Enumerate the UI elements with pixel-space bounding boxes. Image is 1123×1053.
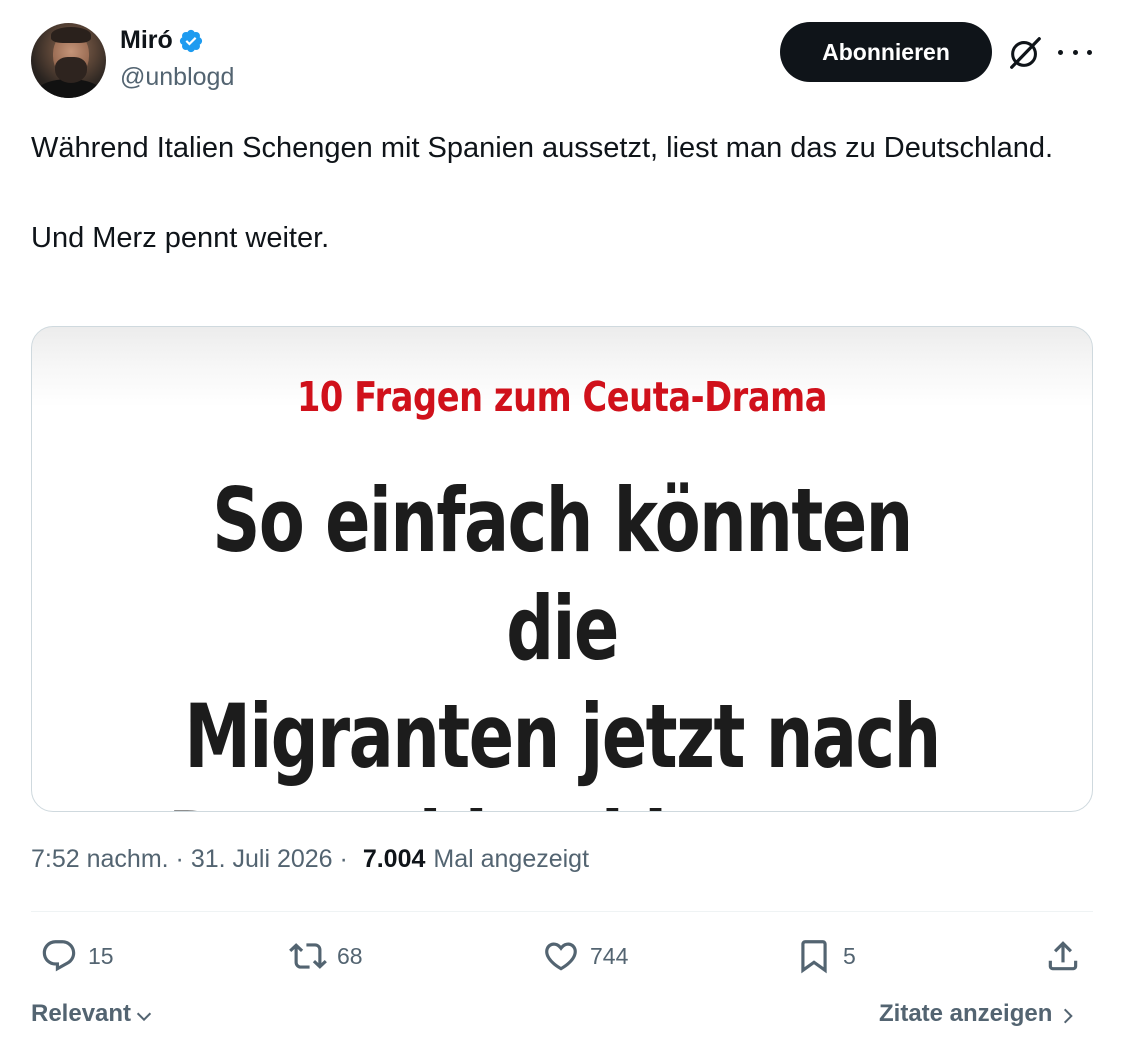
avatar-beard — [55, 57, 87, 83]
chevron-down-icon — [136, 1012, 152, 1022]
meta-separator: · — [168, 845, 191, 873]
reply-sort-dropdown[interactable]: Relevant — [31, 1000, 155, 1028]
tweet-text: Während Italien Schengen mit Spanien aus… — [31, 126, 1091, 261]
like-button[interactable]: 744 — [542, 936, 628, 976]
media-headline-line: So einfach könnten die — [212, 469, 913, 680]
tweet-date[interactable]: 31. Juli 2026 — [191, 845, 333, 874]
author-handle[interactable]: @unblogd — [120, 63, 234, 92]
follow-button[interactable]: Abonnieren — [780, 22, 992, 82]
reply-sort-label: Relevant — [31, 1000, 132, 1027]
bookmark-icon — [801, 940, 827, 974]
media-headline: So einfach könnten die Migranten jetzt n… — [159, 467, 965, 811]
verified-badge-icon — [179, 29, 202, 52]
retweet-button[interactable]: 68 — [289, 936, 363, 976]
tweet-text-paragraph-2: Und Merz pennt weiter. — [31, 222, 330, 254]
view-count: 7.004 — [362, 845, 426, 873]
share-button[interactable] — [1044, 936, 1082, 976]
author-name-row[interactable]: Miró — [120, 26, 204, 55]
more-options-icon[interactable] — [1058, 40, 1092, 64]
media-headline-line: Deutschland kommen — [159, 791, 965, 811]
tweet-meta: 7:52 nachm. · 31. Juli 2026 · 7.004 Mal a… — [31, 845, 589, 874]
view-count-label: Mal angezeigt — [433, 845, 590, 873]
tweet-time[interactable]: 7:52 nachm. — [31, 845, 169, 874]
retweet-count: 68 — [337, 942, 363, 969]
meta-separator: · — [332, 845, 355, 873]
share-icon — [1048, 941, 1078, 971]
reply-count: 15 — [88, 942, 114, 969]
retweet-icon — [289, 943, 327, 969]
grok-icon[interactable] — [1006, 34, 1044, 72]
tweet-text-gap — [31, 171, 1091, 216]
reply-icon — [42, 940, 76, 972]
reply-button[interactable]: 15 — [40, 936, 114, 976]
like-count: 744 — [590, 942, 629, 969]
view-quotes-link[interactable]: Zitate anzeigen — [879, 1000, 1078, 1028]
tweet-text-paragraph-1: Während Italien Schengen mit Spanien aus… — [31, 132, 1054, 164]
more-dot — [1087, 49, 1092, 55]
more-dot — [1072, 49, 1078, 55]
author-name[interactable]: Miró — [120, 26, 173, 55]
bookmark-count: 5 — [843, 942, 856, 969]
more-dot — [1058, 49, 1063, 55]
media-kicker: 10 Fragen zum Ceuta-Drama — [296, 373, 828, 421]
bookmark-button[interactable]: 5 — [795, 936, 856, 976]
media-headline-line: Migranten jetzt nach — [184, 685, 941, 788]
heart-icon — [545, 942, 577, 971]
avatar-hair — [51, 27, 91, 43]
divider — [31, 911, 1093, 912]
tweet-media-image[interactable]: 10 Fragen zum Ceuta-Drama So einfach kön… — [31, 326, 1093, 812]
view-quotes-label: Zitate anzeigen — [879, 1000, 1053, 1027]
author-avatar[interactable] — [31, 23, 106, 98]
chevron-right-icon — [1064, 1008, 1074, 1024]
